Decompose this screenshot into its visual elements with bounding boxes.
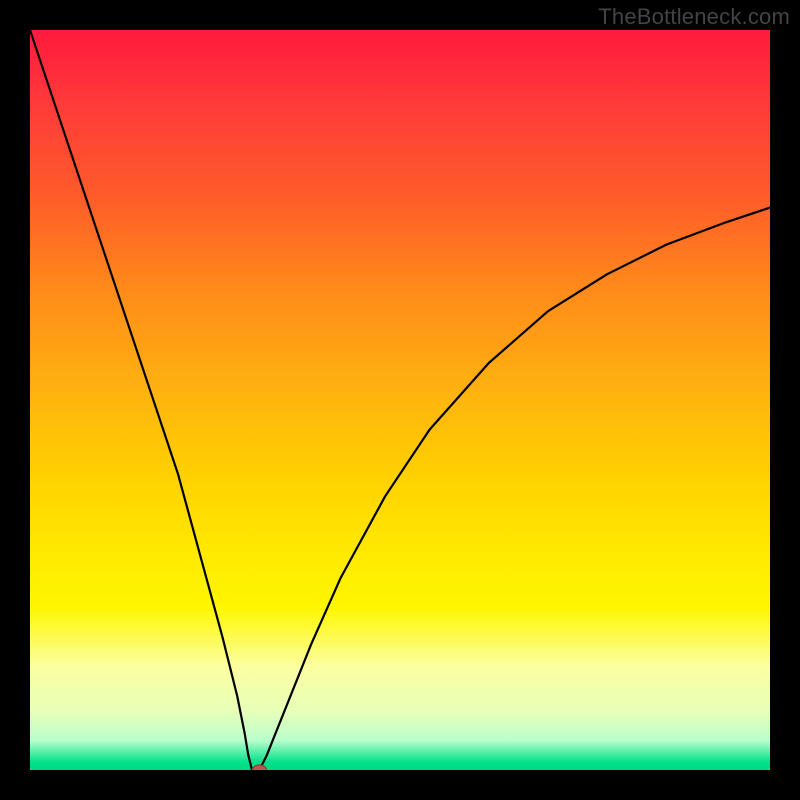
plot-area: [30, 30, 770, 770]
optimum-marker: [30, 30, 770, 770]
watermark-text: TheBottleneck.com: [598, 4, 790, 30]
chart-frame: TheBottleneck.com: [0, 0, 800, 800]
